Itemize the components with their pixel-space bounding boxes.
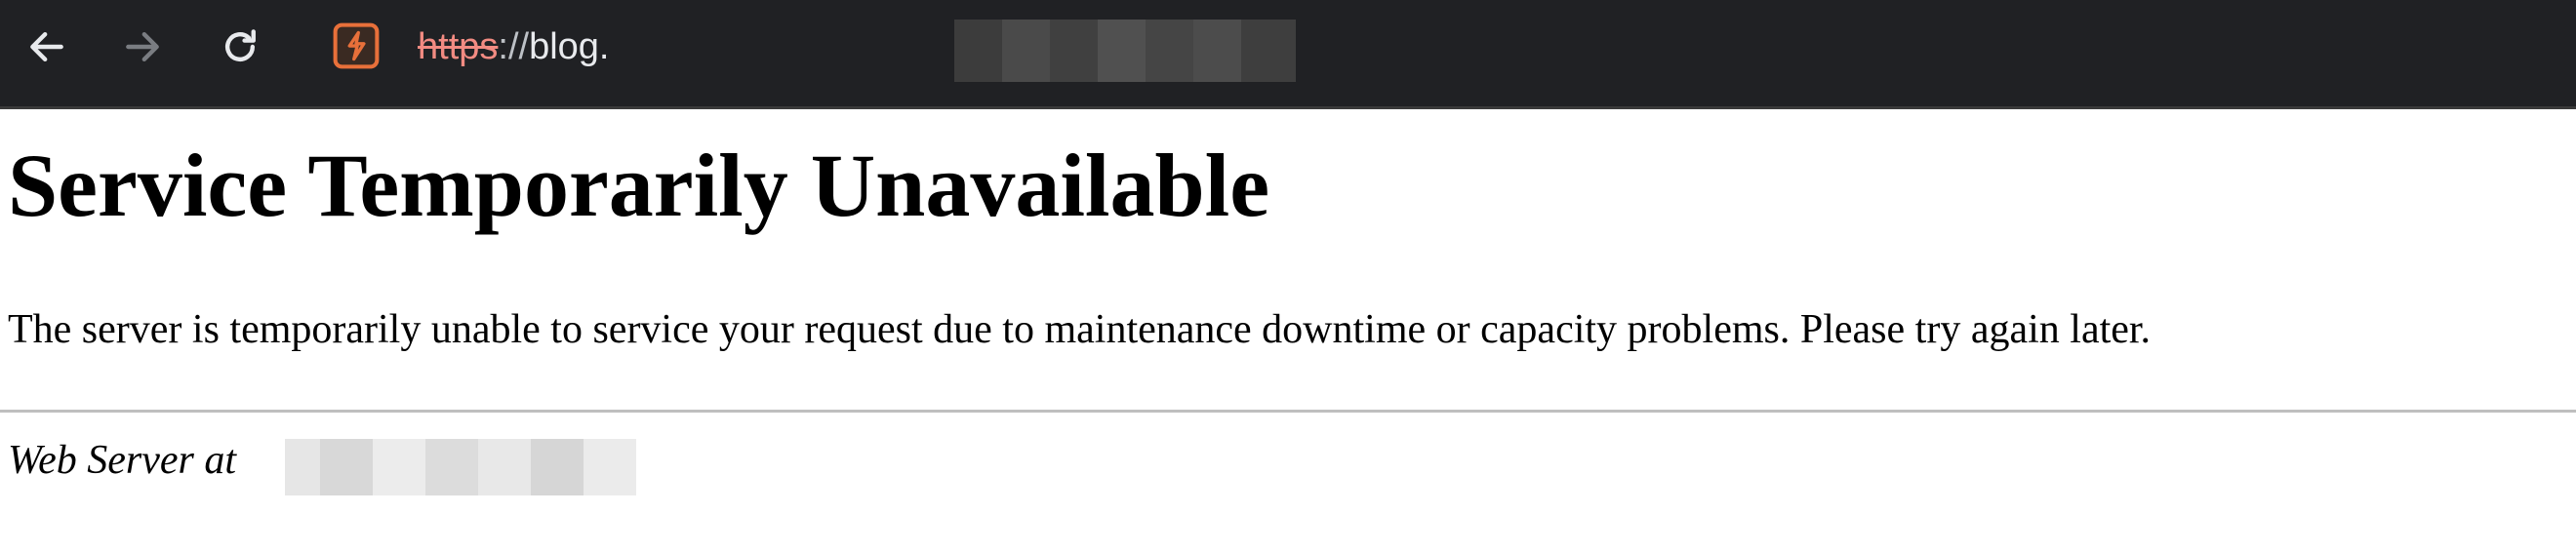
redacted-url-region xyxy=(954,20,1296,82)
back-button[interactable] xyxy=(20,20,74,74)
browser-toolbar: https://blog. xyxy=(0,0,2576,109)
horizontal-rule xyxy=(0,410,2576,413)
forward-button[interactable] xyxy=(115,20,170,74)
address-bar[interactable]: https://blog. xyxy=(310,4,2535,90)
redacted-host-region xyxy=(285,439,636,495)
page-title: Service Temporarily Unavailable xyxy=(8,136,1270,235)
error-message: The server is temporarily unable to serv… xyxy=(8,307,2152,352)
url-host: blog. xyxy=(529,26,610,67)
url-text[interactable]: https://blog. xyxy=(418,20,609,74)
server-signature: Web Server at xyxy=(8,438,237,483)
arrow-right-icon xyxy=(126,31,159,62)
url-separator: :// xyxy=(498,26,530,67)
reload-button[interactable] xyxy=(213,20,267,74)
url-scheme: https xyxy=(418,26,499,67)
reload-icon xyxy=(224,29,256,62)
page-content: Service Temporarily Unavailable The serv… xyxy=(0,109,2576,554)
arrow-left-icon xyxy=(30,31,63,62)
insecure-site-icon[interactable] xyxy=(328,18,384,74)
